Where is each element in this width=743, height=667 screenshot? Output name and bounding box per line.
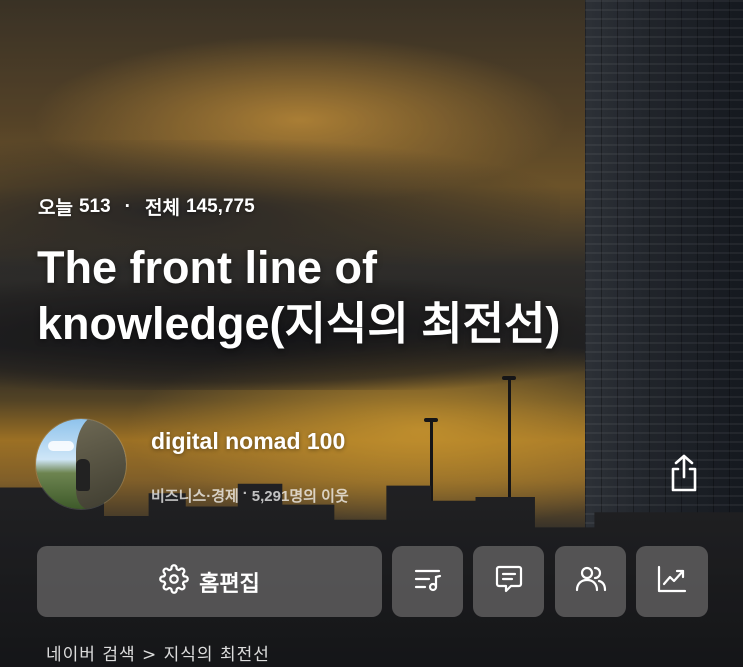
today-count: 513 [78, 195, 111, 217]
comment-icon [493, 563, 525, 600]
stats-chart-icon [656, 564, 688, 599]
total-label: 전체 [145, 198, 180, 219]
people-icon [574, 563, 608, 600]
edit-home-button[interactable]: 홈편집 [37, 546, 382, 617]
avatar-person [76, 459, 90, 491]
blog-hero: 오늘 513 · 전체 145,775 The front line of kn… [0, 0, 743, 667]
share-icon [667, 453, 701, 498]
playlist-button[interactable] [392, 546, 463, 617]
author-meta: 비즈니스·경제 · 5,291명의 이웃 [151, 485, 349, 506]
neighbors-button[interactable] [555, 546, 626, 617]
visitor-stats: 오늘 513 · 전체 145,775 [38, 193, 255, 220]
total-count: 145,775 [185, 195, 255, 217]
author-category: 비즈니스·경제 [151, 488, 239, 505]
breadcrumb: 네이버 검색 > 지식의 최전선 [46, 645, 270, 665]
gear-icon [159, 564, 189, 599]
share-button[interactable] [662, 452, 706, 498]
stats-separator: · [124, 195, 131, 217]
blog-title: The front line of knowledge(지식의 최전선) [37, 242, 561, 349]
edit-home-label: 홈편집 [199, 570, 260, 596]
playlist-icon [411, 564, 445, 599]
statistics-button[interactable] [636, 546, 708, 617]
avatar[interactable] [36, 419, 126, 509]
author-name[interactable]: digital nomad 100 [151, 428, 345, 455]
avatar-cloud [48, 441, 74, 451]
comment-button[interactable] [473, 546, 544, 617]
author-neighbors[interactable]: 5,291명의 이웃 [252, 485, 349, 506]
today-label: 오늘 [38, 198, 73, 219]
meta-separator: · [242, 485, 248, 502]
